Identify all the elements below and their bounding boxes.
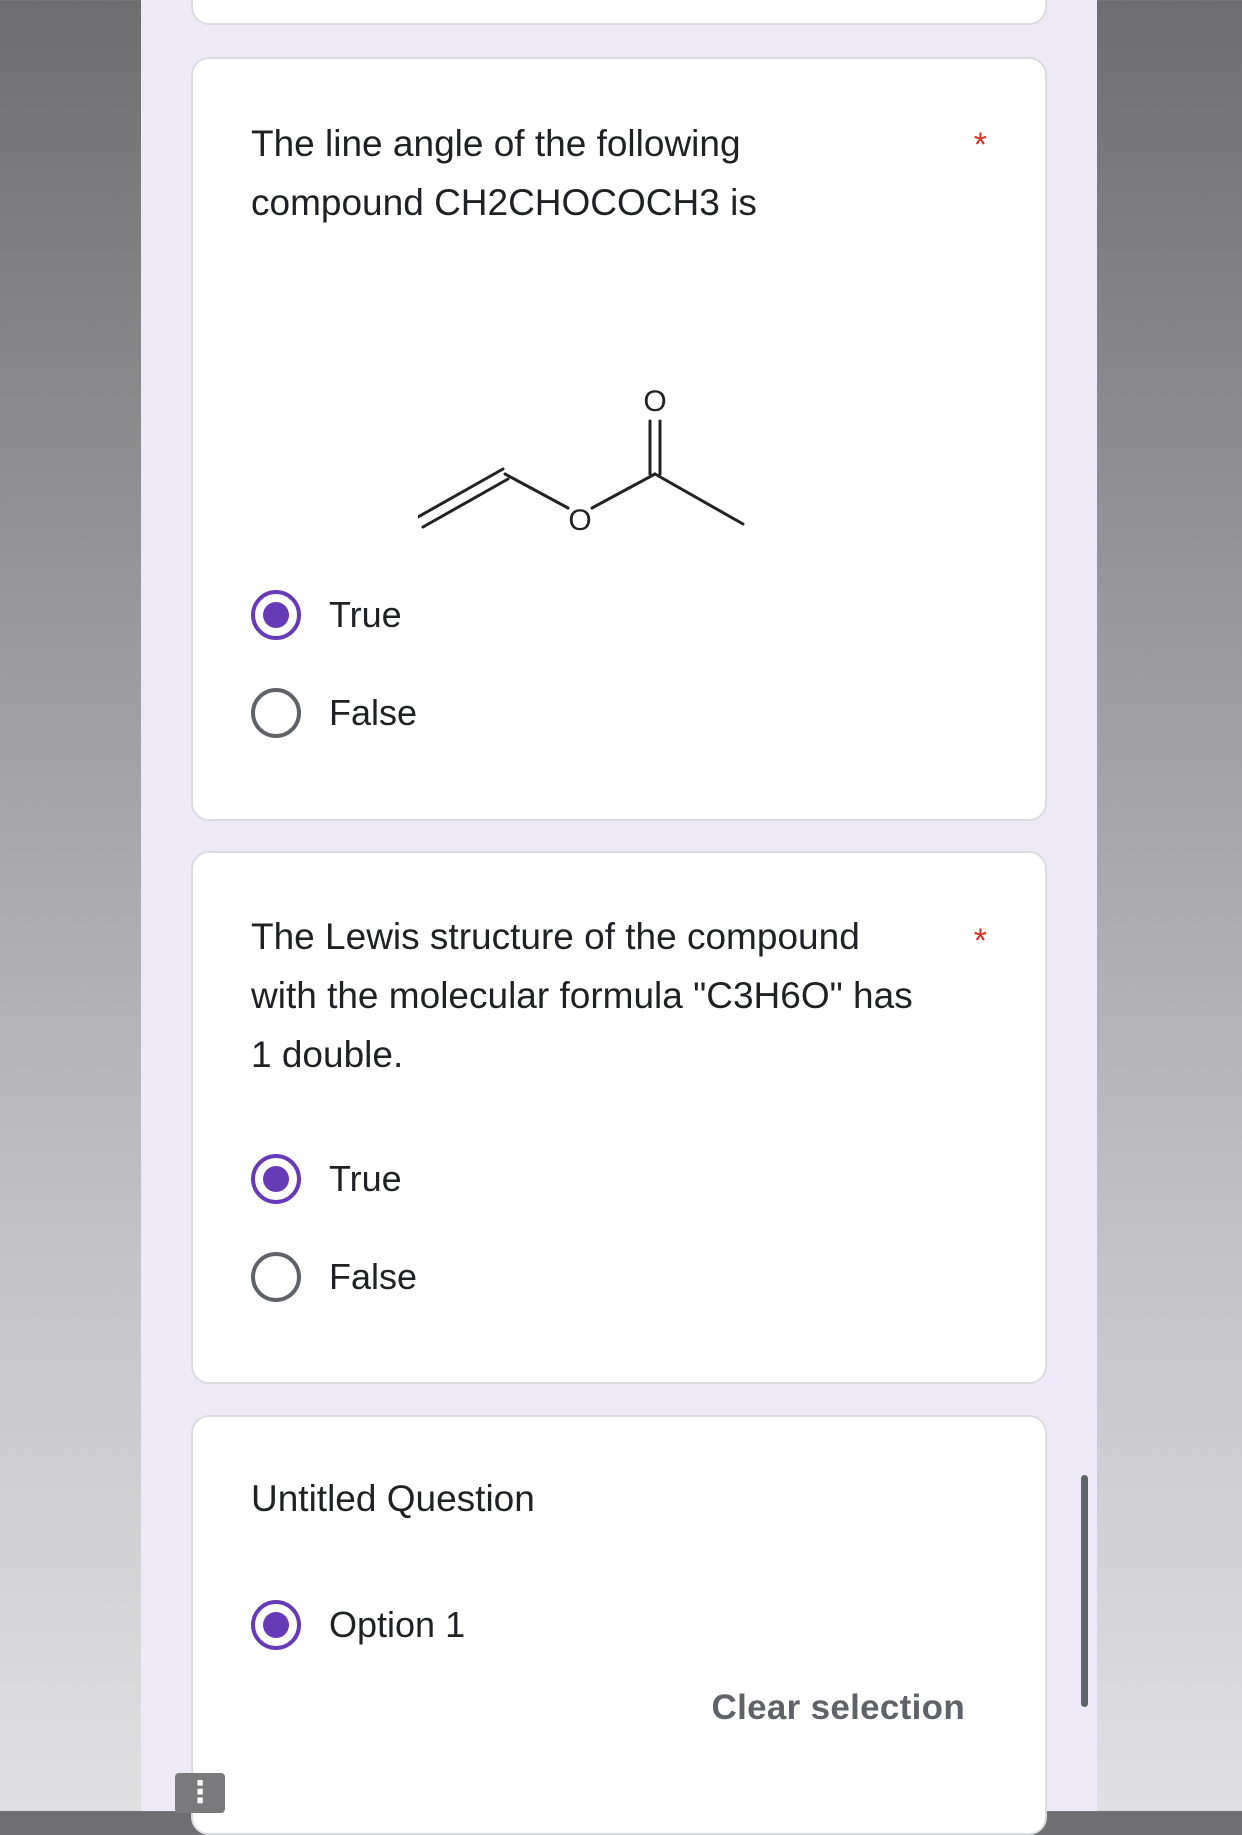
question-card-line-angle: The line angle of the following compound… bbox=[191, 57, 1047, 821]
option-label: True bbox=[329, 594, 402, 635]
radio-button-unselected-icon[interactable] bbox=[251, 688, 301, 738]
radio-option-true[interactable]: True bbox=[251, 1153, 402, 1205]
question-title-line: compound CH2CHOCOCH3 is bbox=[251, 182, 757, 223]
question-title-line: The Lewis structure of the compound bbox=[251, 916, 860, 957]
question-title-line: 1 double. bbox=[251, 1034, 404, 1075]
option-label: False bbox=[329, 692, 418, 733]
scrollbar-thumb[interactable] bbox=[1081, 1475, 1088, 1707]
question-title: The line angle of the following compound… bbox=[251, 114, 941, 232]
question-title-line: with the molecular formula "C3H6O" has bbox=[251, 975, 913, 1016]
molecule-structure-image: O O bbox=[418, 385, 745, 537]
option-label: Option 1 bbox=[329, 1604, 466, 1645]
question-card-untitled: Untitled Question Option 1 Clear selecti… bbox=[191, 1415, 1047, 1835]
radio-option-true[interactable]: True bbox=[251, 589, 402, 641]
radio-button-selected-icon[interactable] bbox=[251, 590, 301, 640]
previous-question-card bbox=[191, 0, 1047, 25]
option-label: False bbox=[329, 1256, 418, 1297]
required-asterisk: * bbox=[973, 922, 987, 960]
oxygen-atom-label: O bbox=[568, 504, 591, 537]
more-options-menu-icon[interactable]: ⋮ bbox=[175, 1773, 225, 1813]
question-title-line: The line angle of the following bbox=[251, 123, 741, 164]
question-title: The Lewis structure of the compound with… bbox=[251, 907, 941, 1084]
clear-selection-button[interactable]: Clear selection bbox=[712, 1688, 966, 1728]
radio-option-false[interactable]: False bbox=[251, 687, 417, 739]
radio-button-unselected-icon[interactable] bbox=[251, 1252, 301, 1302]
question-title: Untitled Question bbox=[251, 1478, 535, 1519]
oxygen-atom-label: O bbox=[643, 385, 666, 418]
radio-button-selected-icon[interactable] bbox=[251, 1154, 301, 1204]
radio-button-selected-icon[interactable] bbox=[251, 1600, 301, 1650]
option-label: True bbox=[329, 1158, 402, 1199]
question-card-lewis-structure: The Lewis structure of the compound with… bbox=[191, 851, 1047, 1384]
radio-option-1[interactable]: Option 1 bbox=[251, 1599, 465, 1651]
radio-option-false[interactable]: False bbox=[251, 1251, 417, 1303]
required-asterisk: * bbox=[973, 126, 987, 164]
